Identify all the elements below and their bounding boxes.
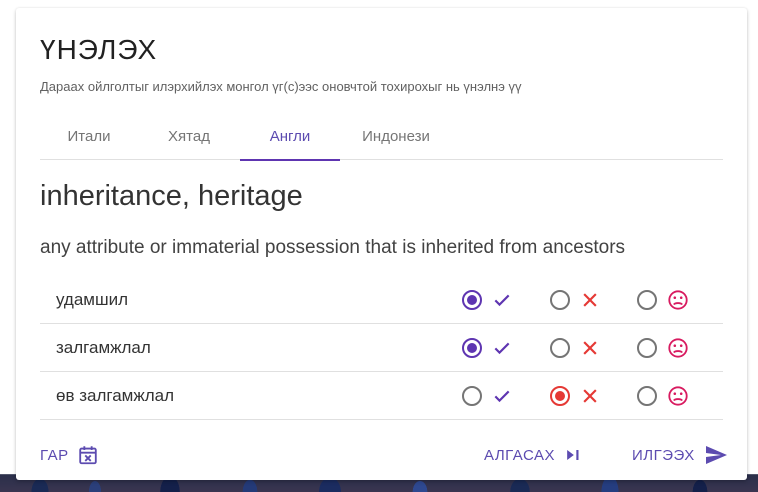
page-title: ҮНЭЛЭХ [40, 34, 158, 65]
good-radio[interactable] [462, 338, 482, 358]
concept-word: inheritance, heritage [40, 180, 303, 212]
sad-face-icon [667, 289, 689, 311]
rate-unknown-option[interactable] [637, 287, 689, 313]
check-icon [492, 386, 512, 406]
rate-good-option[interactable] [462, 335, 512, 361]
tab-label: Хятад [168, 127, 210, 145]
unknown-radio[interactable] [637, 290, 657, 310]
bad-radio[interactable] [550, 338, 570, 358]
calendar-remove-icon [77, 444, 99, 466]
rate-good-option[interactable] [462, 287, 512, 313]
page-subtitle: Дараах ойлголтыг илэрхийлэх монгол үг(с)… [40, 79, 522, 94]
check-icon [492, 290, 512, 310]
send-icon [703, 443, 729, 467]
option-row: удамшил [40, 276, 723, 324]
tab-label: Англи [269, 127, 311, 145]
good-radio[interactable] [462, 386, 482, 406]
option-label: залгамжлал [56, 338, 151, 357]
option-label: өв залгамжлал [56, 386, 175, 405]
rate-unknown-option[interactable] [637, 383, 689, 409]
language-tabs: Итали Хятад Англи Индонези [40, 112, 723, 161]
later-button-label: ГАР [40, 446, 69, 464]
cross-icon [580, 290, 600, 310]
skip-button[interactable]: АЛГАСАХ [484, 442, 583, 468]
option-list: удамшил залгамжлал өв залгамжлал [40, 276, 723, 420]
send-button[interactable]: ИЛГЭЭХ [632, 442, 729, 468]
good-radio[interactable] [462, 290, 482, 310]
unknown-radio[interactable] [637, 386, 657, 406]
later-button[interactable]: ГАР [40, 442, 99, 468]
sad-face-icon [667, 385, 689, 407]
skip-button-label: АЛГАСАХ [484, 446, 555, 464]
option-row: өв залгамжлал [40, 372, 723, 420]
concept-definition: any attribute or immaterial possession t… [40, 237, 626, 258]
evaluation-card: ҮНЭЛЭХ Дараах ойлголтыг илэрхийлэх монго… [16, 8, 747, 480]
bad-radio[interactable] [550, 290, 570, 310]
unknown-radio[interactable] [637, 338, 657, 358]
tab-indonesian[interactable]: Индонези [340, 112, 452, 160]
bad-radio[interactable] [550, 386, 570, 406]
cross-icon [580, 338, 600, 358]
tab-chinese[interactable]: Хятад [138, 112, 240, 160]
card-footer: ГАР АЛГАСАХ ИЛГЭЭХ [16, 432, 747, 480]
sad-face-icon [667, 337, 689, 359]
rate-bad-option[interactable] [550, 383, 600, 409]
tab-italian[interactable]: Итали [40, 112, 138, 160]
tab-label: Индонези [362, 127, 430, 145]
tab-english[interactable]: Англи [240, 112, 340, 161]
rate-unknown-option[interactable] [637, 335, 689, 361]
tab-label: Итали [67, 127, 111, 145]
cross-icon [580, 386, 600, 406]
option-label: удамшил [56, 290, 129, 309]
skip-next-icon [563, 445, 583, 465]
option-row: залгамжлал [40, 324, 723, 372]
rate-bad-option[interactable] [550, 287, 600, 313]
rate-good-option[interactable] [462, 383, 512, 409]
rate-bad-option[interactable] [550, 335, 600, 361]
send-button-label: ИЛГЭЭХ [632, 446, 695, 464]
check-icon [492, 338, 512, 358]
